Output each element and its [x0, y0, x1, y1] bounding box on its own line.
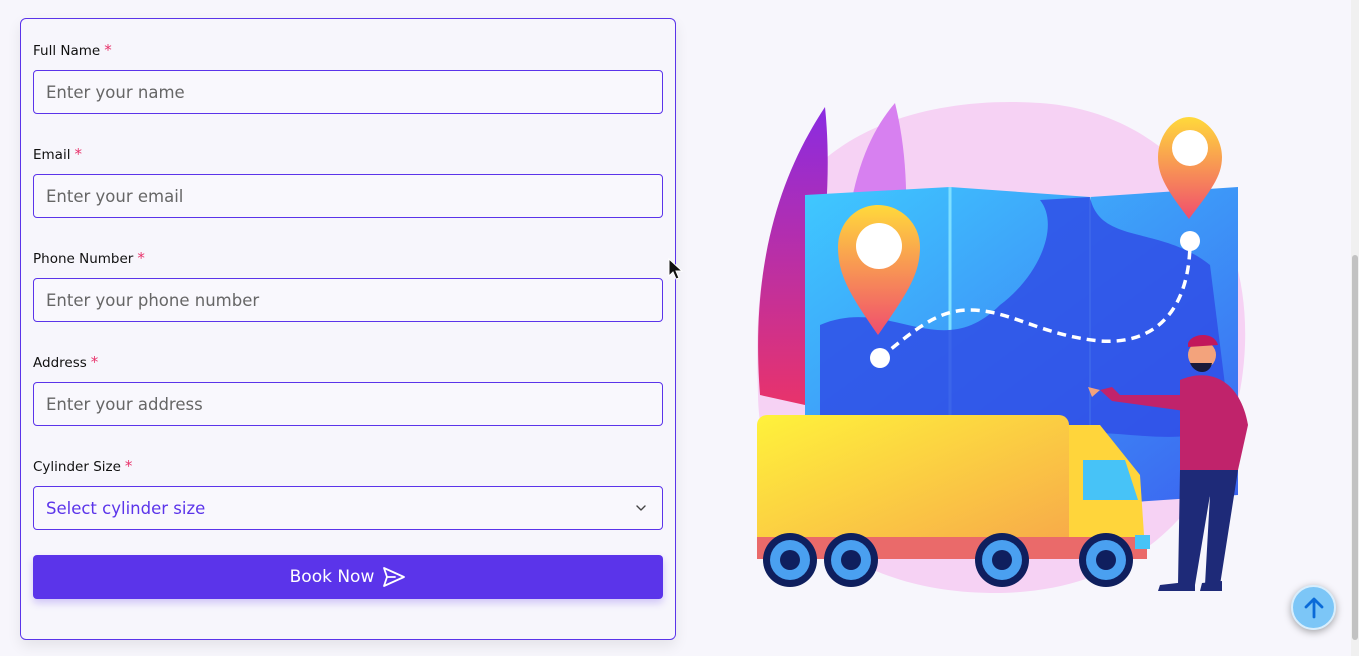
full-name-label: Full Name *: [33, 39, 663, 61]
email-label: Email *: [33, 143, 663, 165]
phone-label-text: Phone Number: [33, 251, 134, 267]
full-name-field: Full Name *: [33, 39, 663, 114]
phone-input[interactable]: [33, 278, 663, 322]
required-marker: *: [104, 41, 112, 59]
page-scrollbar[interactable]: [1351, 0, 1359, 656]
email-field: Email *: [33, 143, 663, 218]
address-label-text: Address: [33, 355, 87, 371]
email-label-text: Email: [33, 147, 71, 163]
cylinder-size-label: Cylinder Size *: [33, 455, 663, 477]
chevron-down-icon: [636, 505, 646, 511]
arrow-up-icon: [1304, 597, 1323, 618]
mouse-cursor-icon: [668, 258, 684, 280]
email-input[interactable]: [33, 174, 663, 218]
required-marker: *: [124, 457, 133, 475]
phone-label: Phone Number *: [33, 247, 663, 269]
cylinder-size-field: Cylinder Size * Select cylinder size: [33, 455, 663, 530]
send-icon: [383, 567, 406, 587]
cylinder-size-selected: Select cylinder size: [46, 498, 206, 518]
address-field: Address *: [33, 351, 663, 426]
full-name-input[interactable]: [33, 70, 663, 114]
address-label: Address *: [33, 351, 663, 373]
booking-form: Full Name* Email* Phone Number* Address*…: [20, 18, 676, 640]
address-input[interactable]: [33, 382, 663, 426]
phone-field: Phone Number *: [33, 247, 663, 322]
required-marker: *: [137, 249, 145, 267]
required-marker: *: [90, 353, 99, 371]
cylinder-size-select[interactable]: Select cylinder size: [33, 486, 663, 530]
book-now-label: Book Now: [289, 567, 375, 587]
scrollbar-thumb[interactable]: [1352, 255, 1358, 640]
scroll-to-top-button[interactable]: [1291, 585, 1336, 630]
full-name-label-text: Full Name: [33, 43, 101, 59]
required-marker: *: [74, 145, 82, 163]
book-now-button[interactable]: Book Now: [33, 555, 663, 599]
delivery-illustration: [757, 102, 1248, 594]
cylinder-size-label-text: Cylinder Size: [33, 459, 121, 475]
